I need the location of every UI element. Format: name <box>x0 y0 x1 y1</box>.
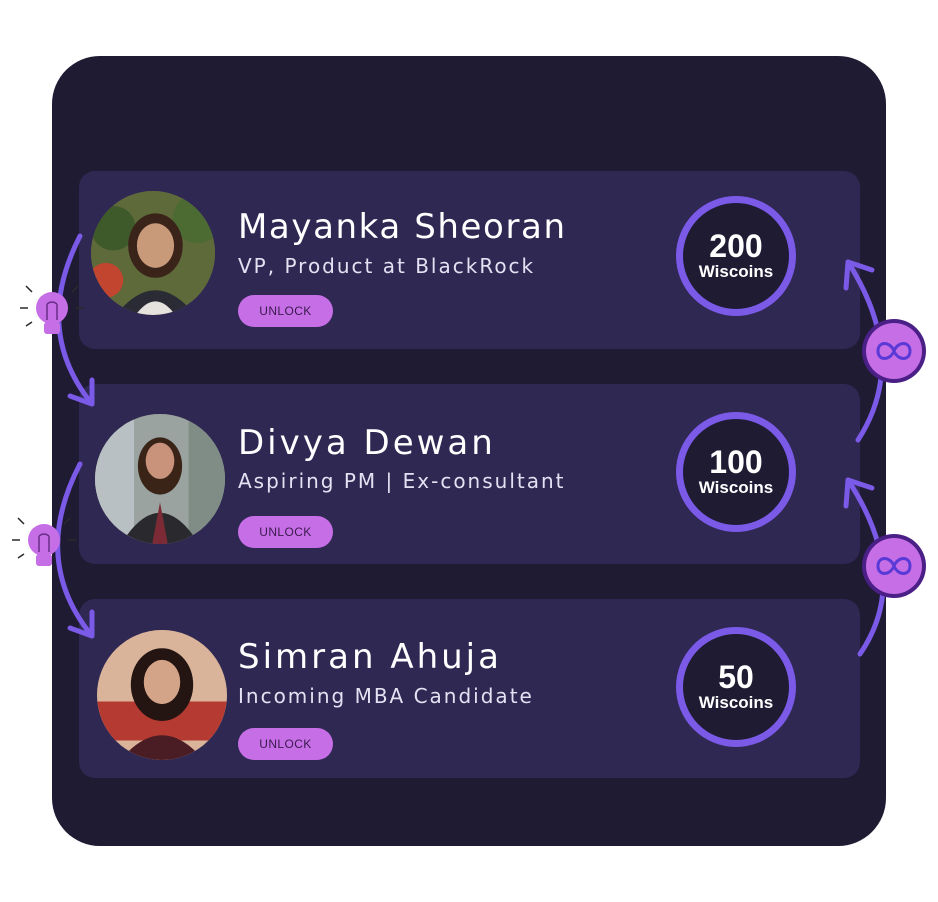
avatar-photo <box>97 630 227 760</box>
profile-role: VP, Product at BlackRock <box>238 254 536 278</box>
unlock-button[interactable]: UNLOCK <box>238 728 333 760</box>
avatar-photo <box>95 414 225 544</box>
unlock-button[interactable]: UNLOCK <box>238 295 333 327</box>
coin-unit: Wiscoins <box>698 693 774 712</box>
coin-unit: Wiscoins <box>698 262 774 281</box>
coin-amount: 100 <box>709 444 763 480</box>
coin-badge: 50 Wiscoins <box>676 627 796 747</box>
coin-badge: 100 Wiscoins <box>676 412 796 532</box>
coin-unit: Wiscoins <box>698 478 774 497</box>
coin-amount: 200 <box>709 228 763 264</box>
profile-role: Aspiring PM | Ex-consultant <box>238 469 566 493</box>
profile-name: Simran Ahuja <box>238 637 502 677</box>
avatar <box>91 191 215 315</box>
profile-name: Mayanka Sheoran <box>238 207 567 247</box>
coin-badge: 200 Wiscoins <box>676 196 796 316</box>
avatar <box>97 630 227 760</box>
coin-amount: 50 <box>718 659 754 695</box>
avatar-photo <box>91 191 215 315</box>
profile-role: Incoming MBA Candidate <box>238 684 534 708</box>
unlock-button[interactable]: UNLOCK <box>238 516 333 548</box>
avatar <box>95 414 225 544</box>
profile-name: Divya Dewan <box>238 423 496 463</box>
